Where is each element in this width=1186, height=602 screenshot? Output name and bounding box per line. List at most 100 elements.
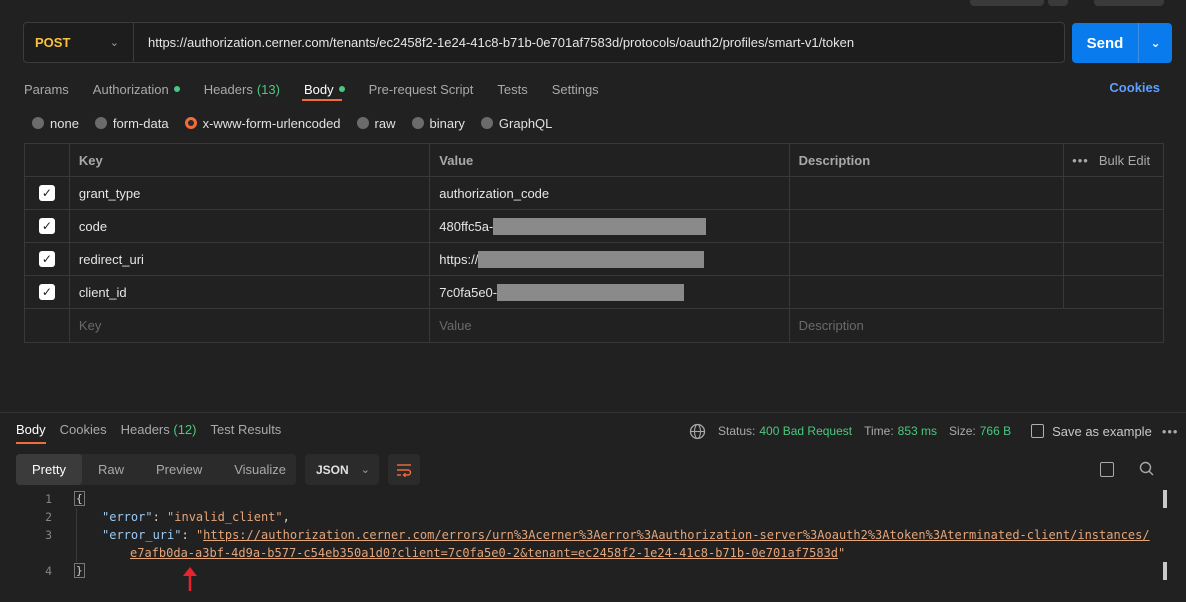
param-extra	[1064, 276, 1163, 308]
param-key[interactable]: grant_type	[70, 177, 431, 209]
param-description[interactable]	[790, 210, 1065, 242]
radio-label: none	[50, 115, 79, 131]
view-preview[interactable]: Preview	[140, 454, 218, 485]
view-pretty[interactable]: Pretty	[16, 454, 82, 485]
url-input[interactable]: https://authorization.cerner.com/tenants…	[134, 35, 854, 50]
chevron-down-icon: ⌄	[109, 37, 119, 49]
new-key-input[interactable]: Key	[70, 309, 431, 342]
new-description-input[interactable]: Description	[790, 309, 1163, 342]
save-icon	[1031, 424, 1045, 438]
header-description: Description	[790, 144, 1065, 176]
radio-circle-icon	[32, 117, 44, 129]
tab-label: Test Results	[210, 422, 282, 437]
error-uri-link-cont[interactable]: e7afb0da-a3bf-4d9a-b577-c54eb350a1d0?cli…	[130, 546, 838, 560]
json-key: "error_uri"	[102, 528, 182, 542]
request-tabs: Params Authorization Headers (13) Body Pr…	[24, 79, 623, 99]
code-line-4: }	[74, 563, 85, 578]
param-value-cell[interactable]: 480ffc5a-	[430, 210, 790, 242]
json-key: "error"	[102, 510, 153, 524]
param-description[interactable]	[790, 243, 1065, 275]
param-description[interactable]	[790, 276, 1065, 308]
redacted-block	[478, 250, 705, 268]
param-description[interactable]	[790, 177, 1065, 209]
radio-form-data[interactable]: form-data	[94, 116, 169, 131]
param-value-cell[interactable]: 7c0fa5e0-	[430, 276, 790, 308]
save-as-example-button[interactable]: Save as example	[1019, 424, 1152, 439]
radio-circle-icon	[356, 117, 369, 129]
tab-label: Tests	[497, 81, 528, 97]
radio-binary[interactable]: binary	[411, 115, 465, 131]
tab-label: Params	[24, 81, 69, 97]
status-value[interactable]: 400 Bad Request	[759, 424, 852, 438]
wrap-icon	[397, 463, 412, 477]
radio-label: x-www-form-urlencoded	[202, 115, 341, 131]
radio-circle-icon	[94, 117, 107, 129]
radio-raw[interactable]: raw	[356, 116, 396, 131]
top-button-stub-2[interactable]	[1048, 0, 1068, 6]
tab-authorization[interactable]: Authorization	[93, 79, 180, 99]
radio-graphql[interactable]: GraphQL	[480, 116, 552, 131]
row-checkbox-cell: ✓	[25, 243, 70, 275]
radio-label: binary	[429, 115, 465, 131]
wrap-lines-button[interactable]	[388, 454, 420, 485]
radio-circle-icon	[411, 117, 424, 129]
cookies-link[interactable]: Cookies	[1109, 80, 1160, 95]
header-key: Key	[70, 144, 431, 176]
size-value[interactable]: 766 B	[980, 424, 1011, 438]
error-uri-link[interactable]: https://authorization.cerner.com/errors/…	[203, 528, 1149, 542]
format-label: JSON	[316, 462, 349, 477]
checkbox-checked-icon[interactable]: ✓	[38, 185, 55, 201]
tab-headers[interactable]: Headers (13)	[204, 79, 280, 99]
tab-settings[interactable]: Settings	[552, 79, 599, 99]
more-icon[interactable]: •••	[1162, 424, 1179, 439]
globe-icon[interactable]	[689, 423, 706, 440]
tab-body[interactable]: Body	[304, 79, 345, 99]
param-value-cell[interactable]: https://	[430, 243, 790, 275]
header-checkbox-cell	[25, 144, 70, 176]
tab-count: (13)	[256, 81, 280, 97]
copy-icon[interactable]	[1100, 462, 1114, 477]
tab-label: Body	[303, 81, 334, 97]
open-brace: {	[74, 491, 85, 506]
checkbox-checked-icon[interactable]: ✓	[38, 251, 55, 267]
param-key[interactable]: client_id	[70, 276, 431, 308]
save-label: Save as example	[1052, 423, 1152, 439]
resp-tab-cookies[interactable]: Cookies	[60, 422, 107, 442]
top-button-stub[interactable]	[970, 0, 1044, 6]
response-divider[interactable]	[0, 412, 1186, 413]
method-select[interactable]: POST ⌄	[24, 23, 134, 62]
bulk-edit-button[interactable]: ••• Bulk Edit	[1064, 144, 1163, 176]
checkbox-checked-icon[interactable]: ✓	[38, 284, 55, 300]
scrollbar[interactable]	[1163, 490, 1167, 508]
top-button-stub-3[interactable]	[1094, 0, 1164, 6]
param-key[interactable]: redirect_uri	[70, 243, 431, 275]
checkbox-checked-icon[interactable]: ✓	[38, 218, 55, 234]
param-key[interactable]: code	[70, 210, 431, 242]
time-value[interactable]: 853 ms	[898, 424, 937, 438]
resp-tab-test-results[interactable]: Test Results	[211, 422, 282, 442]
send-button[interactable]: Send ⌄	[1072, 23, 1172, 63]
table-row: ✓ grant_type authorization_code	[25, 177, 1163, 210]
row-checkbox-cell: ✓	[25, 210, 70, 242]
chevron-down-icon[interactable]: ⌄	[1139, 36, 1172, 50]
more-icon: •••	[1072, 152, 1089, 168]
search-icon[interactable]	[1139, 461, 1154, 476]
scrollbar-lower[interactable]	[1163, 562, 1167, 580]
radio-x-www-form-urlencoded[interactable]: x-www-form-urlencoded	[184, 115, 341, 131]
tab-label: Cookies	[59, 422, 107, 437]
format-select[interactable]: JSON ⌄	[305, 454, 379, 485]
param-value[interactable]: authorization_code	[430, 177, 790, 209]
new-value-input[interactable]: Value	[430, 309, 790, 342]
resp-tab-headers[interactable]: Headers (12)	[121, 422, 197, 442]
radio-none[interactable]: none	[32, 116, 79, 131]
send-label: Send	[1086, 34, 1124, 52]
tab-tests[interactable]: Tests	[497, 79, 527, 99]
resp-tab-body[interactable]: Body	[16, 422, 46, 442]
view-visualize[interactable]: Visualize	[218, 454, 302, 485]
tab-pre-request-script[interactable]: Pre-request Script	[369, 79, 474, 99]
view-raw[interactable]: Raw	[82, 454, 140, 485]
tab-params[interactable]: Params	[24, 79, 69, 99]
table-header-row: Key Value Description ••• Bulk Edit	[25, 144, 1163, 177]
tab-label: Body	[16, 422, 46, 437]
param-value: https://	[439, 251, 479, 267]
